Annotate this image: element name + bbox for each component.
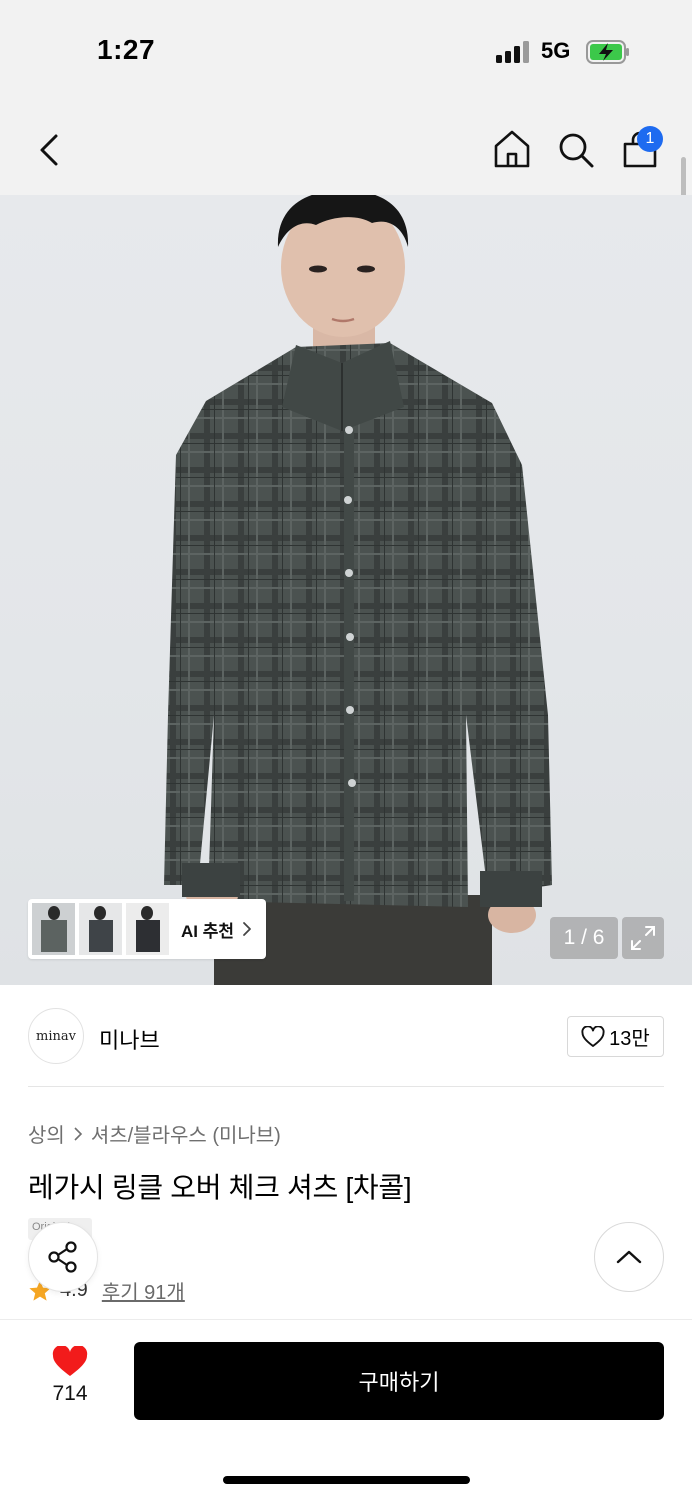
ai-recommend-label: AI 추천 — [181, 921, 235, 941]
product-title: 레가시 링클 오버 체크 셔츠 [차콜] — [28, 1172, 412, 1203]
breadcrumb-category[interactable]: 상의 — [28, 1119, 65, 1148]
search-icon[interactable] — [556, 130, 596, 170]
divider — [28, 1086, 664, 1087]
network-label: 5G — [541, 38, 571, 63]
home-icon[interactable] — [492, 128, 532, 170]
expand-icon — [631, 926, 655, 950]
top-nav — [0, 100, 692, 195]
image-counter: 1 / 6 — [550, 917, 618, 959]
bottom-purchase-bar: 714 구매하기 — [0, 1319, 692, 1500]
cart-count-badge: 1 — [637, 126, 663, 152]
share-button[interactable] — [28, 1222, 98, 1292]
product-image-gallery[interactable]: AI 추천 1 / 6 — [0, 195, 692, 985]
ai-thumb-3 — [126, 903, 169, 955]
heart-outline-icon — [581, 1025, 605, 1047]
product-like-count: 714 — [52, 1382, 88, 1405]
expand-image-button[interactable] — [622, 917, 664, 959]
brand-logo[interactable]: minav — [28, 1008, 84, 1064]
buy-button[interactable]: 구매하기 — [134, 1342, 664, 1420]
breadcrumb-subcategory[interactable]: 셔츠/블라우스 (미나브) — [91, 1119, 281, 1148]
brand-logo-text: minav — [36, 1028, 76, 1044]
back-arrow-icon[interactable] — [34, 132, 64, 168]
chevron-right-icon — [74, 1126, 82, 1141]
status-time: 1:27 — [97, 34, 156, 65]
home-indicator — [223, 1476, 470, 1484]
ai-thumb-2 — [79, 903, 122, 955]
battery-charging-icon — [586, 40, 629, 64]
scroll-top-button[interactable] — [594, 1222, 664, 1292]
breadcrumb: 상의 셔츠/블라우스 (미나브) — [28, 1119, 281, 1148]
brand-like-count: 13만 — [609, 1028, 650, 1050]
share-icon — [48, 1241, 77, 1273]
brand-like-button[interactable]: 13만 — [567, 1016, 664, 1057]
ai-recommend-button[interactable]: AI 추천 — [28, 899, 266, 959]
reviews-link[interactable]: 후기 91개 — [102, 1276, 185, 1305]
heart-filled-icon — [52, 1346, 88, 1376]
chevron-up-icon — [616, 1250, 642, 1264]
status-bar: 1:27 5G — [0, 0, 692, 100]
signal-icon — [496, 41, 532, 63]
chevron-right-icon — [243, 922, 251, 936]
brand-name[interactable]: 미나브 — [99, 1023, 160, 1055]
product-photo — [164, 195, 552, 985]
brand-row: minav 미나브 13만 — [28, 1008, 664, 1066]
product-like-button[interactable]: 714 — [34, 1346, 106, 1416]
ai-thumb-1 — [32, 903, 75, 955]
